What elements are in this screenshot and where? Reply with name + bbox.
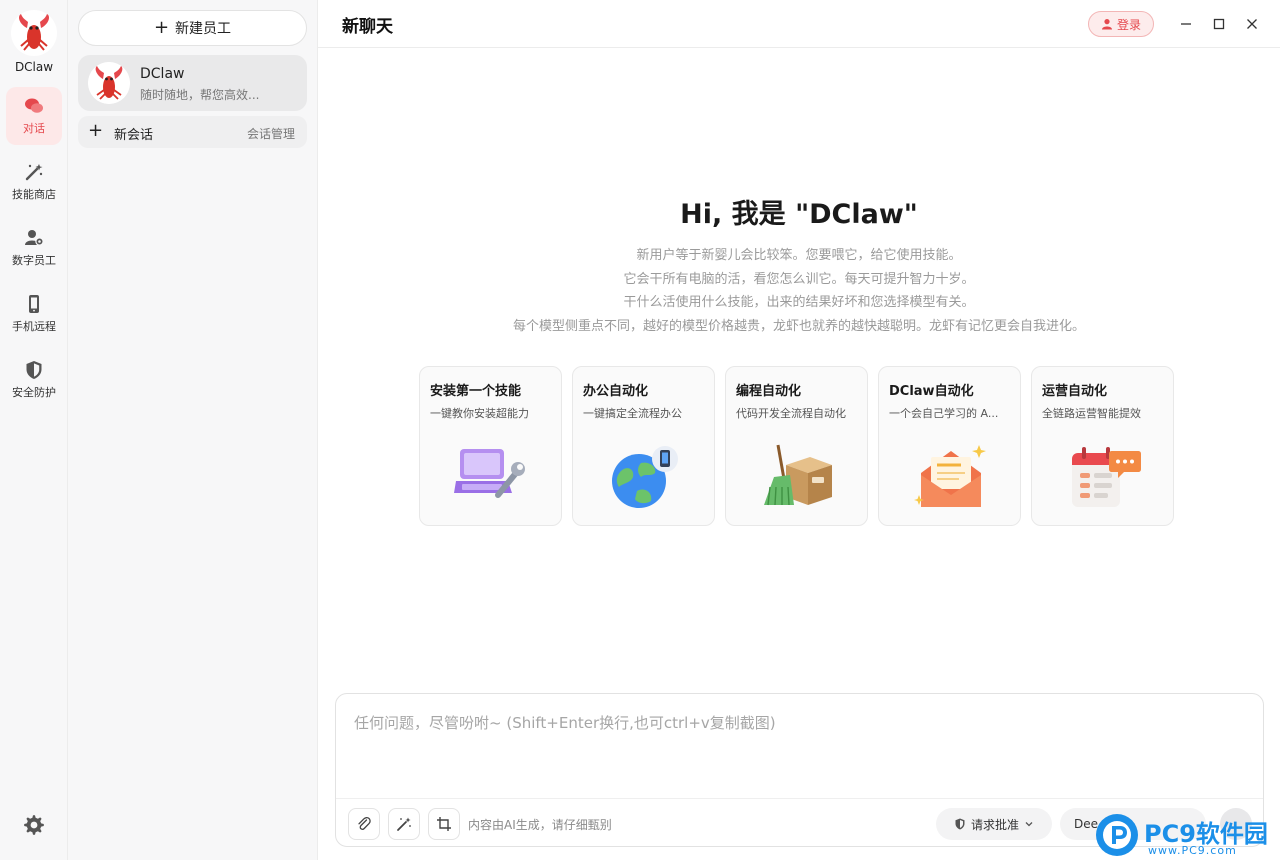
magic-wand-icon xyxy=(25,164,43,181)
shield-icon xyxy=(26,361,42,379)
pc9-watermark: PC9软件园 www.PC9.com xyxy=(1094,812,1280,860)
new-employee-button[interactable]: + 新建员工 xyxy=(78,10,307,46)
new-session-row[interactable]: + 新会话 会话管理 xyxy=(78,116,307,148)
card-subtitle: 一键教你安装超能力 xyxy=(430,407,529,420)
card-programming-automation[interactable]: 编程自动化 代码开发全流程自动化 xyxy=(725,366,868,526)
avatar xyxy=(88,62,130,104)
rail-item-label: 手机远程 xyxy=(12,320,56,333)
session-manage-link[interactable]: 会话管理 xyxy=(247,125,295,142)
card-title: 编程自动化 xyxy=(736,384,802,399)
lobster-logo-icon xyxy=(11,10,57,56)
rail-item-label: 安全防护 xyxy=(12,386,56,399)
hero-line: 新用户等于新婴儿会比较笨。您要喂它，给它使用技能。 xyxy=(636,248,962,263)
card-title: DClaw自动化 xyxy=(889,384,974,399)
new-employee-label: 新建员工 xyxy=(175,21,232,37)
employee-name: DClaw xyxy=(140,66,185,82)
watermark-url: www.PC9.com xyxy=(1148,844,1237,857)
rail-item-security[interactable]: 安全防护 xyxy=(6,351,62,409)
card-subtitle: 全链路运营智能提效 xyxy=(1042,407,1141,420)
card-subtitle: 一键搞定全流程办公 xyxy=(583,407,682,420)
chat-bubbles-icon xyxy=(25,98,43,113)
card-install-skill[interactable]: 安装第一个技能 一键教你安装超能力 xyxy=(419,366,562,526)
chevron-down-icon xyxy=(1025,822,1033,827)
hero-line: 干什么活使用什么技能，出来的结果好坏和您选择模型有关。 xyxy=(623,295,975,310)
left-rail: DClaw 对话 技能商店 数字员工 手机远程 安全防护 xyxy=(0,0,68,860)
employee-card-dclaw[interactable]: DClaw 随时随地，帮您高效... xyxy=(78,55,307,111)
globe-phone-icon xyxy=(612,446,678,508)
hero-line: 每个模型侧重点不同，越好的模型价格越贵，龙虾也就养的越快越聪明。龙虾有记忆更会自… xyxy=(512,318,1085,334)
login-label: 登录 xyxy=(1116,17,1141,32)
shield-icon xyxy=(955,818,965,830)
crop-icon xyxy=(437,817,451,831)
user-gear-icon xyxy=(25,230,44,246)
rail-item-skill-store[interactable]: 技能商店 xyxy=(6,153,62,211)
phone-icon xyxy=(29,295,39,313)
employee-desc: 随时随地，帮您高效... xyxy=(140,88,260,102)
card-subtitle: 一个会自己学习的 A... xyxy=(889,407,999,420)
plus-icon: + xyxy=(153,17,170,38)
top-bar: 新聊天 登录 xyxy=(318,0,1280,48)
app-name: DClaw xyxy=(14,60,54,74)
laptop-wrench-icon xyxy=(454,449,525,498)
rail-item-digital-employee[interactable]: 数字员工 xyxy=(6,219,62,277)
pc9-logo-icon xyxy=(1096,814,1138,856)
new-session-label: 新会话 xyxy=(114,128,154,143)
card-subtitle: 代码开发全流程自动化 xyxy=(736,407,846,420)
screenshot-crop-button[interactable] xyxy=(428,808,460,840)
card-operations-automation[interactable]: 运营自动化 全链路运营智能提效 xyxy=(1031,366,1174,526)
broom-box-icon xyxy=(764,444,832,506)
card-title: 办公自动化 xyxy=(583,384,649,399)
main-area: 新聊天 登录 Hi, 我是 "DClaw" 新用户等于新婴儿会比较笨。您要喂它，… xyxy=(318,0,1280,860)
close-icon[interactable] xyxy=(1242,14,1262,34)
rail-item-phone-remote[interactable]: 手机远程 xyxy=(6,285,62,343)
calendar-chat-icon xyxy=(1072,447,1141,507)
card-dclaw-automation[interactable]: DClaw自动化 一个会自己学习的 A... xyxy=(878,366,1021,526)
maximize-icon[interactable] xyxy=(1209,14,1229,34)
plus-icon: + xyxy=(88,120,104,141)
minimize-icon[interactable] xyxy=(1176,14,1196,34)
approval-mode-dropdown[interactable]: 请求批准 xyxy=(936,808,1052,840)
ai-disclaimer: 内容由AI生成，请仔细甄别 xyxy=(468,818,612,832)
hero-line: 它会干所有电脑的活，看您怎么训它。每天可提升智力十岁。 xyxy=(623,271,975,287)
rail-item-label: 技能商店 xyxy=(12,188,56,201)
magic-wand-button[interactable] xyxy=(388,808,420,840)
attach-button[interactable] xyxy=(348,808,380,840)
card-office-automation[interactable]: 办公自动化 一键搞定全流程办公 xyxy=(572,366,715,526)
login-button[interactable]: 登录 xyxy=(1088,11,1154,37)
rail-item-label: 对话 xyxy=(23,122,45,135)
card-title: 安装第一个技能 xyxy=(430,384,522,399)
gear-icon[interactable] xyxy=(22,813,46,837)
rail-item-label: 数字员工 xyxy=(12,254,56,267)
card-title: 运营自动化 xyxy=(1042,384,1108,399)
envelope-letter-icon xyxy=(914,445,986,507)
hero-title: Hi, 我是 "DClaw" xyxy=(680,199,918,230)
sidebar: + 新建员工 DClaw 随时随地，帮您高效... + 新会话 会话管理 xyxy=(68,0,318,860)
user-icon xyxy=(1101,19,1112,30)
rail-item-chat[interactable]: 对话 xyxy=(6,87,62,145)
paperclip-icon xyxy=(358,817,371,830)
page-title: 新聊天 xyxy=(342,17,393,37)
chat-input[interactable] xyxy=(336,694,1263,798)
hero-description: 新用户等于新婴儿会比较笨。您要喂它，给它使用技能。 它会干所有电脑的活，看您怎么… xyxy=(318,244,1280,338)
magic-wand-icon xyxy=(397,817,411,831)
approval-label: 请求批准 xyxy=(970,817,1019,832)
